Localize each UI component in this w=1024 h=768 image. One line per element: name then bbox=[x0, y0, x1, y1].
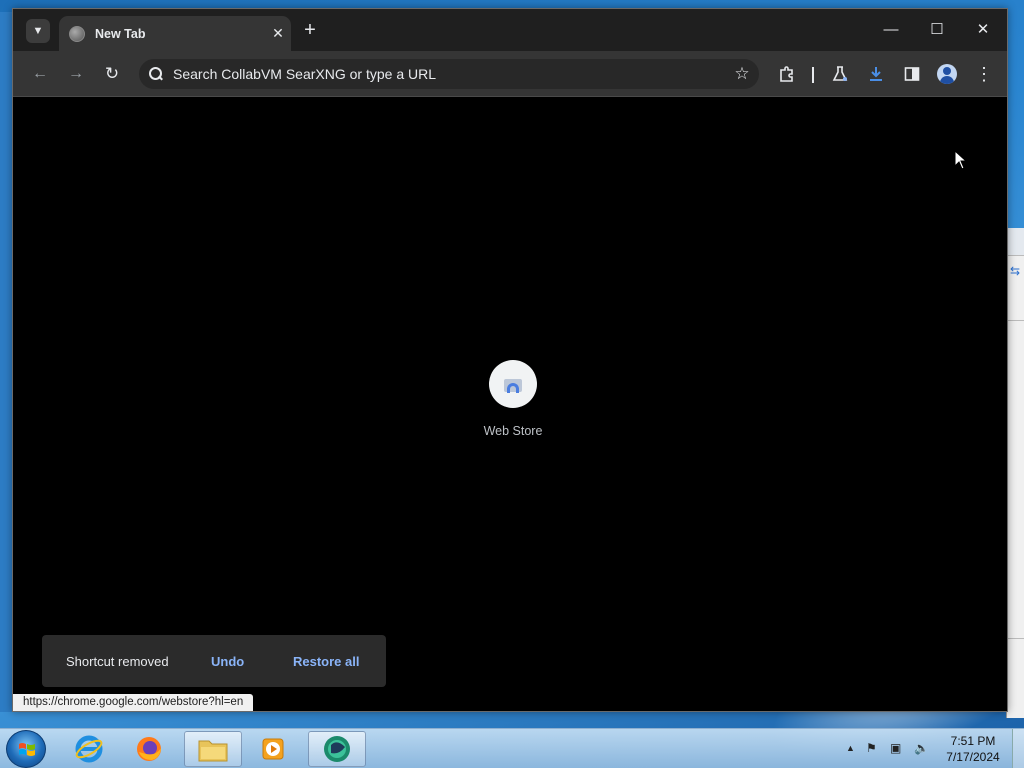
restore-all-button[interactable]: Restore all bbox=[293, 654, 359, 669]
clock-time: 7:51 PM bbox=[950, 734, 996, 748]
side-panel-icon[interactable] bbox=[901, 63, 923, 85]
bookmark-star-icon[interactable]: ☆ bbox=[725, 64, 759, 84]
firefox-taskbar-button[interactable] bbox=[120, 731, 178, 767]
volume-muted-icon[interactable]: 🔈 bbox=[914, 741, 929, 755]
divider bbox=[1007, 638, 1024, 639]
extensions-icon[interactable] bbox=[776, 63, 798, 85]
folder-icon bbox=[198, 740, 228, 762]
chrome-taskbar-button[interactable] bbox=[308, 731, 366, 767]
toolbar-separator bbox=[812, 67, 814, 83]
close-tab-icon[interactable]: ✕ bbox=[265, 25, 291, 42]
toolbar: ← → ↻ Search CollabVM SearXNG or type a … bbox=[13, 51, 1007, 97]
toast-message: Shortcut removed bbox=[66, 653, 169, 669]
labs-flask-icon[interactable] bbox=[829, 63, 851, 85]
new-tab-page: Web Store Shortcut removed Undo Restore … bbox=[13, 98, 1007, 711]
firefox-icon bbox=[137, 737, 161, 761]
start-button[interactable] bbox=[6, 730, 46, 768]
chrome-window: ▼ New Tab ✕ + — ☐ ✕ ← → ↻ Search CollabV… bbox=[12, 8, 1008, 712]
tab-title: New Tab bbox=[95, 26, 146, 41]
maximize-button[interactable]: ☐ bbox=[915, 19, 959, 43]
undo-button[interactable]: Undo bbox=[211, 654, 293, 669]
taskbar-clock[interactable]: 7:51 PM 7/17/2024 bbox=[940, 733, 1006, 765]
show-desktop-button[interactable] bbox=[1012, 729, 1024, 768]
omnibox-placeholder[interactable]: Search CollabVM SearXNG or type a URL bbox=[173, 66, 725, 82]
tab-strip: ▼ New Tab ✕ + — ☐ ✕ bbox=[13, 9, 1007, 51]
tab-new-tab[interactable]: New Tab ✕ bbox=[59, 16, 291, 51]
shortcut-tile-web-store[interactable]: Web Store bbox=[465, 360, 561, 456]
tab-search-button[interactable]: ▼ bbox=[26, 19, 50, 43]
chevron-down-icon: ▼ bbox=[32, 25, 44, 37]
taskbar: ▲ ⚑ ▣ 🔈 7:51 PM 7/17/2024 bbox=[0, 728, 1024, 768]
back-icon[interactable]: ← bbox=[29, 63, 51, 85]
forward-icon[interactable]: → bbox=[65, 63, 87, 85]
profile-avatar-icon[interactable] bbox=[937, 64, 957, 84]
close-window-button[interactable]: ✕ bbox=[961, 19, 1005, 43]
shortcut-tile-icon-circle bbox=[489, 360, 537, 408]
globe-icon bbox=[69, 25, 85, 42]
reload-icon[interactable]: ↻ bbox=[101, 63, 123, 85]
web-store-icon bbox=[503, 376, 523, 393]
network-icon[interactable]: ▣ bbox=[890, 741, 901, 755]
search-icon bbox=[149, 67, 163, 81]
shortcut-tile-label: Web Store bbox=[483, 424, 543, 438]
action-center-flag-icon[interactable]: ⚑ bbox=[866, 741, 877, 755]
mouse-cursor-icon bbox=[954, 150, 968, 170]
clock-date: 7/17/2024 bbox=[946, 750, 1000, 764]
browser-app-icon bbox=[324, 736, 350, 762]
media-player-taskbar-button[interactable] bbox=[244, 731, 302, 767]
media-player-icon bbox=[262, 738, 284, 760]
desktop-left-strip bbox=[0, 12, 12, 712]
refresh-icon: ⇆ bbox=[1010, 264, 1021, 278]
minimize-button[interactable]: — bbox=[869, 19, 913, 43]
menu-kebab-icon[interactable]: ⋮ bbox=[973, 63, 995, 85]
internet-explorer-taskbar-button[interactable] bbox=[60, 731, 118, 767]
show-hidden-icons-icon[interactable]: ▲ bbox=[846, 743, 855, 753]
status-url-bubble: https://chrome.google.com/webstore?hl=en bbox=[13, 694, 254, 711]
background-window[interactable]: ⇆ bbox=[1006, 228, 1024, 718]
windows-logo-icon bbox=[19, 743, 35, 756]
download-icon[interactable] bbox=[865, 63, 887, 85]
shortcut-removed-toast: Shortcut removed Undo Restore all bbox=[42, 635, 386, 687]
divider bbox=[1007, 320, 1024, 321]
file-explorer-taskbar-button[interactable] bbox=[184, 731, 242, 767]
omnibox[interactable]: Search CollabVM SearXNG or type a URL ☆ bbox=[139, 59, 759, 89]
new-tab-button[interactable]: + bbox=[299, 20, 321, 42]
background-window-band bbox=[1007, 228, 1024, 256]
internet-explorer-icon bbox=[75, 735, 103, 763]
